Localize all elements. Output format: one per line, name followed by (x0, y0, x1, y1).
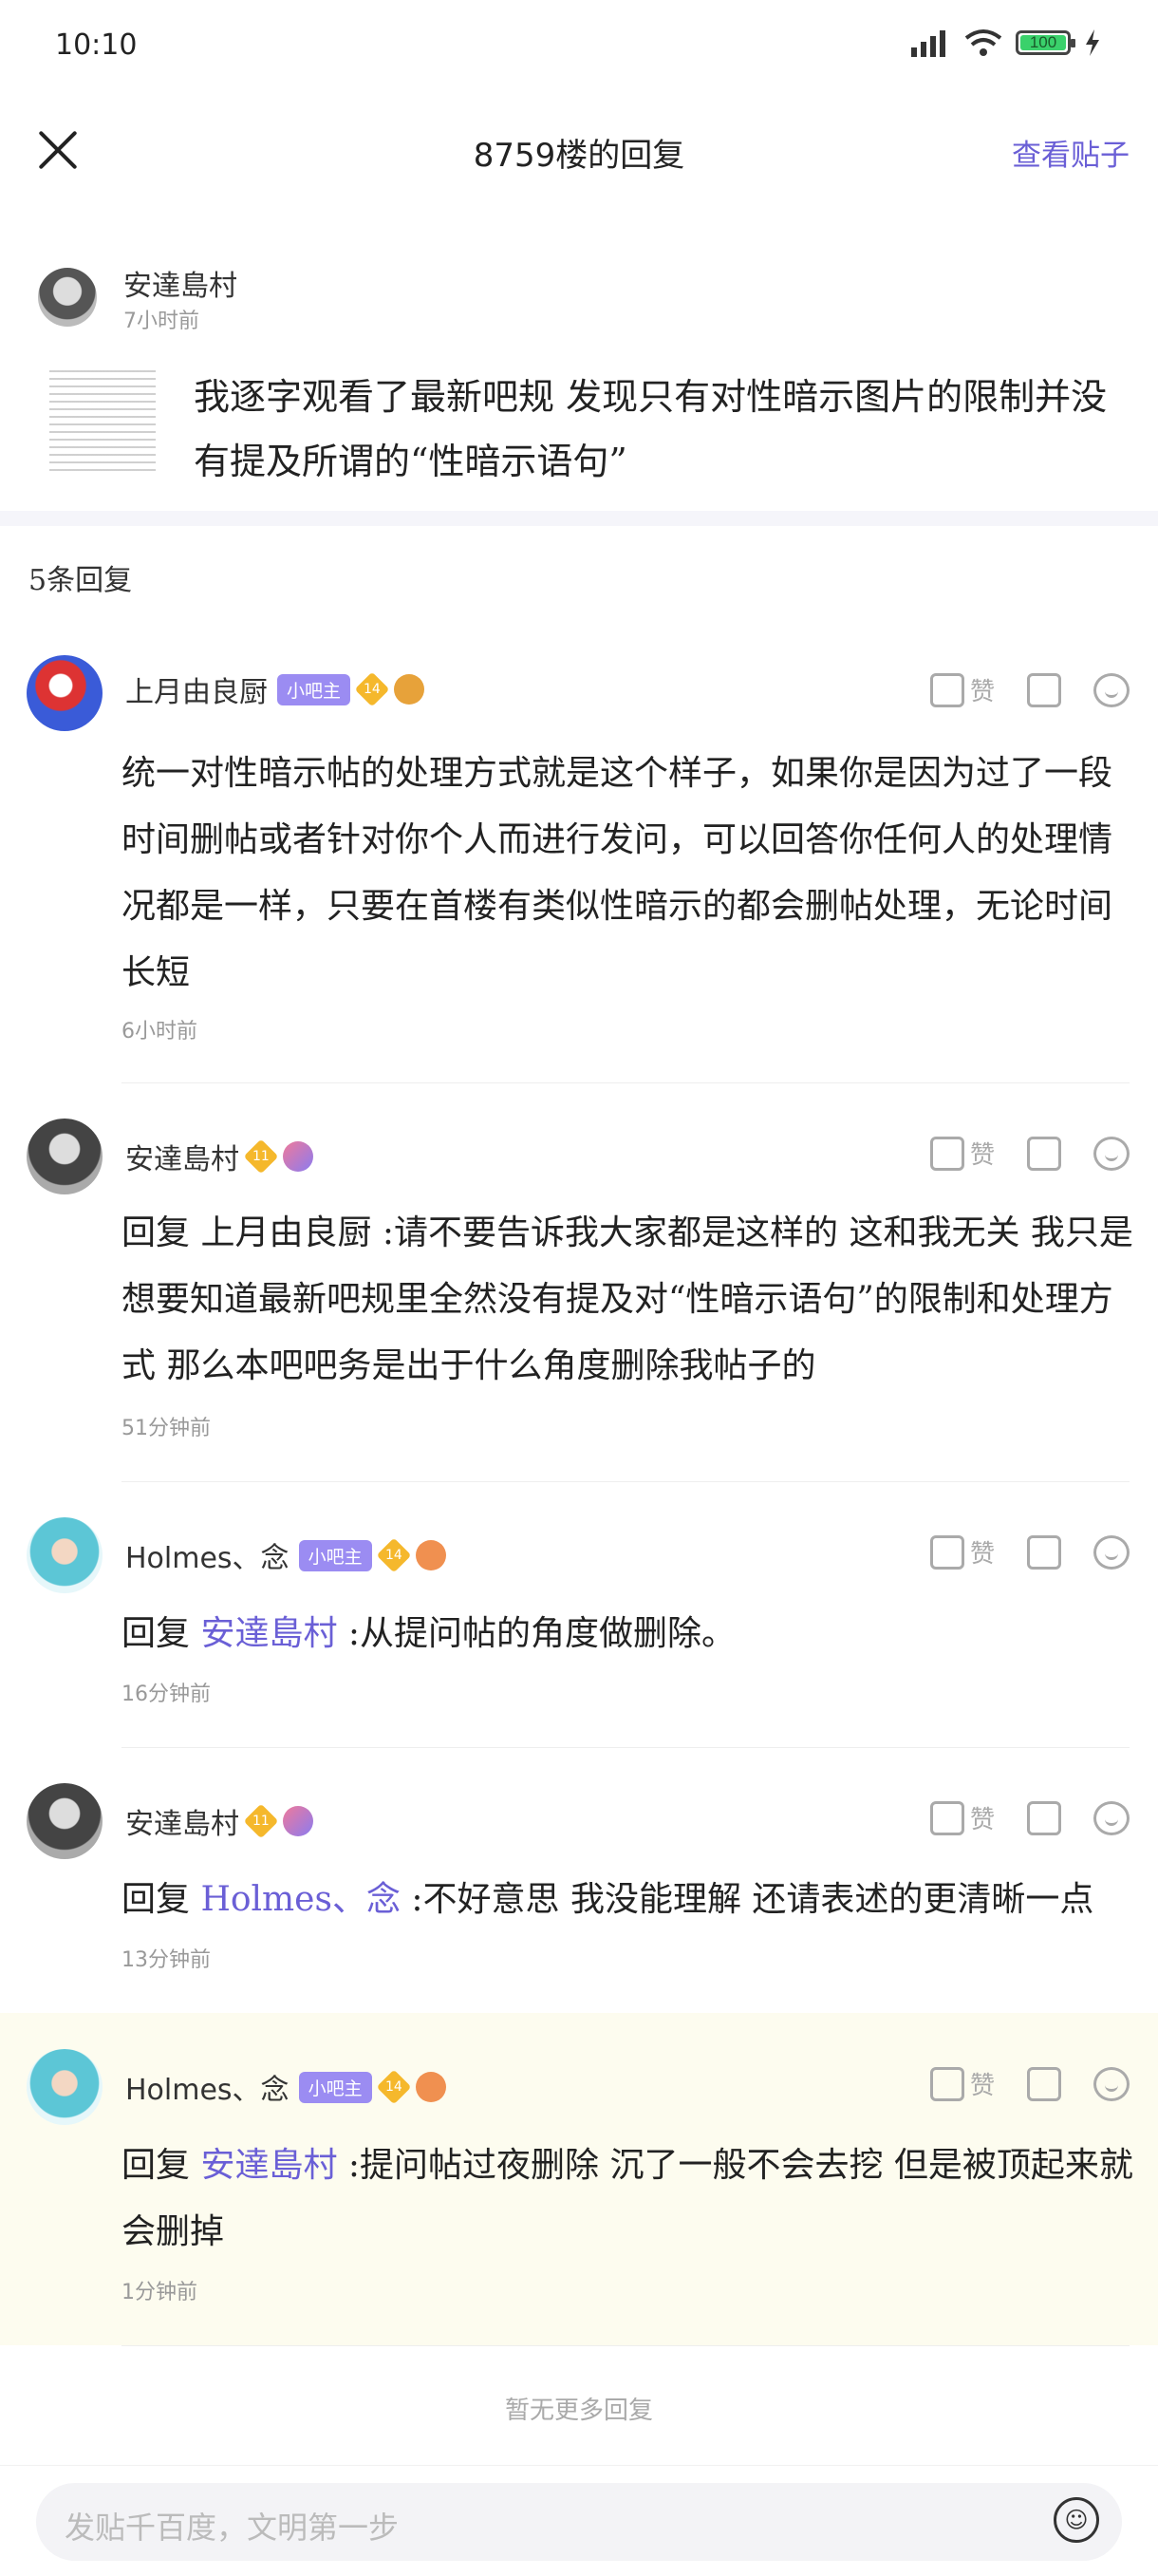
battery-icon: 100 (1016, 30, 1075, 55)
no-more-replies: 暂无更多回复 (504, 2397, 653, 2425)
like-icon (929, 2066, 964, 2101)
admin-badge: 小吧主 (298, 2071, 372, 2103)
dislike-button[interactable] (1027, 1136, 1061, 1171)
like-icon (929, 1534, 964, 1570)
comment-button[interactable] (1093, 2066, 1130, 2101)
comment-button[interactable] (1093, 1534, 1130, 1570)
level-badge: 11 (243, 1138, 279, 1175)
reply-text: 统一对性暗示帖的处理方式就是这个样子，如果你是因为过了一段时间删帖或者针对你个人… (121, 754, 1113, 992)
dislike-button[interactable] (1027, 2066, 1061, 2101)
medal-icon (415, 2072, 446, 2102)
medal-icon (415, 1540, 446, 1570)
reply-author[interactable]: 上月由良厨 (125, 668, 268, 710)
avatar[interactable] (27, 2049, 103, 2125)
comment-icon (1093, 672, 1130, 707)
reply-time: 1分钟前 (121, 2281, 197, 2304)
reply-author[interactable]: 安達島村 (125, 1800, 239, 1842)
wifi-icon (964, 29, 1002, 56)
admin-badge: 小吧主 (298, 1539, 372, 1571)
comment-button[interactable] (1093, 672, 1130, 707)
reply-time: 51分钟前 (121, 1417, 211, 1440)
mention-link[interactable]: 安達島村 (200, 1614, 337, 1653)
like-icon (929, 672, 964, 707)
mention-link[interactable]: Holmes、念 (200, 1880, 401, 1919)
reply-author[interactable]: Holmes、念 (125, 1534, 290, 1576)
like-button[interactable]: 赞 (929, 672, 995, 707)
level-badge: 14 (354, 671, 390, 707)
dislike-icon (1027, 1800, 1061, 1835)
reply-item: 安達島村 11 赞 回复 Holmes、念 :不好意思 我没能理解 还请表述的更… (0, 1776, 1158, 2014)
admin-badge: 小吧主 (277, 673, 351, 705)
reply-time: 16分钟前 (121, 1683, 211, 1706)
comment-button[interactable] (1093, 1136, 1130, 1171)
comment-icon (1093, 2066, 1130, 2101)
charging-icon (1086, 29, 1099, 56)
emoji-icon[interactable]: ☺ (1054, 2497, 1099, 2543)
reply-text: 回复 Holmes、念 :不好意思 我没能理解 还请表述的更清晰一点 (121, 1880, 1094, 1919)
dislike-icon (1027, 2066, 1061, 2101)
reply-author[interactable]: Holmes、念 (125, 2066, 290, 2108)
medal-icon (283, 1806, 313, 1836)
avatar[interactable] (27, 655, 103, 731)
like-icon (929, 1800, 964, 1835)
like-button[interactable]: 赞 (929, 1534, 995, 1570)
reply-input-placeholder[interactable]: 发贴千百度，文明第一步 (65, 2504, 399, 2548)
level-badge: 14 (376, 2069, 411, 2105)
view-post-link[interactable]: 查看贴子 (1012, 131, 1130, 174)
like-button[interactable]: 赞 (929, 1800, 995, 1835)
signal-icon (911, 30, 945, 57)
dislike-icon (1027, 1534, 1061, 1570)
op-text: 我逐字观看了最新吧规 发现只有对性暗示图片的限制并没有提及所谓的“性暗示语句” (194, 376, 1108, 482)
dislike-button[interactable] (1027, 672, 1061, 707)
medal-icon (283, 1141, 313, 1172)
dislike-button[interactable] (1027, 1800, 1061, 1835)
dislike-icon (1027, 672, 1061, 707)
reply-author[interactable]: 安達島村 (125, 1136, 239, 1177)
reply-text: 回复 上月由良厨 :请不要告诉我大家都是这样的 这和我无关 我只是想要知道最新吧… (121, 1213, 1133, 1385)
comment-icon (1093, 1800, 1130, 1835)
comment-icon (1093, 1534, 1130, 1570)
divider (121, 2345, 1130, 2346)
like-icon (929, 1136, 964, 1171)
reply-time: 6小时前 (121, 1020, 197, 1044)
reply-item: Holmes、念 小吧主 14 赞 回复 安達島村 :从提问帖的角度做删除。 1… (0, 1510, 1158, 1748)
reply-item: 安達島村 11 赞 回复 上月由良厨 :请不要告诉我大家都是这样的 这和我无关 … (0, 1111, 1158, 1482)
level-badge: 11 (243, 1803, 279, 1839)
avatar[interactable] (27, 1783, 103, 1859)
mention-link[interactable]: 安達島村 (200, 2146, 337, 2185)
avatar[interactable] (27, 1517, 103, 1593)
like-button[interactable]: 赞 (929, 1136, 995, 1171)
dislike-button[interactable] (1027, 1534, 1061, 1570)
divider (121, 1481, 1130, 1482)
reply-item: 上月由良厨 小吧主 14 赞 统一对性暗示帖的处理方式就是这个样子，如果你是因为… (0, 646, 1158, 1083)
comment-icon (1093, 1136, 1130, 1171)
medal-icon (394, 674, 425, 705)
reply-text: 回复 安達島村 :从提问帖的角度做删除。 (121, 1614, 737, 1653)
dislike-icon (1027, 1136, 1061, 1171)
status-time: 10:10 (55, 28, 138, 62)
avatar[interactable] (27, 1119, 103, 1194)
op-avatar[interactable] (38, 268, 97, 327)
status-icons: 100 (909, 28, 1101, 57)
section-divider (0, 511, 1158, 526)
reply-text: 回复 安達島村 :提问帖过夜删除 沉了一般不会去挖 但是被顶起来就会删掉 (121, 2146, 1133, 2251)
op-author[interactable]: 安達島村 (123, 262, 237, 304)
divider (121, 1747, 1130, 1748)
reply-time: 13分钟前 (121, 1948, 211, 1972)
like-button[interactable]: 赞 (929, 2066, 995, 2101)
op-time: 7小时前 (123, 310, 199, 333)
page-title: 8759楼的回复 (473, 137, 685, 175)
divider (121, 1082, 1130, 1083)
op-thumbnail[interactable] (49, 365, 156, 475)
level-badge: 14 (376, 1537, 411, 1573)
reply-item: Holmes、念 小吧主 14 赞 回复 安達島村 :提问帖过夜删除 沉了一般不… (0, 2013, 1158, 2345)
comment-button[interactable] (1093, 1800, 1130, 1835)
reply-count: 5条回复 (28, 564, 133, 597)
